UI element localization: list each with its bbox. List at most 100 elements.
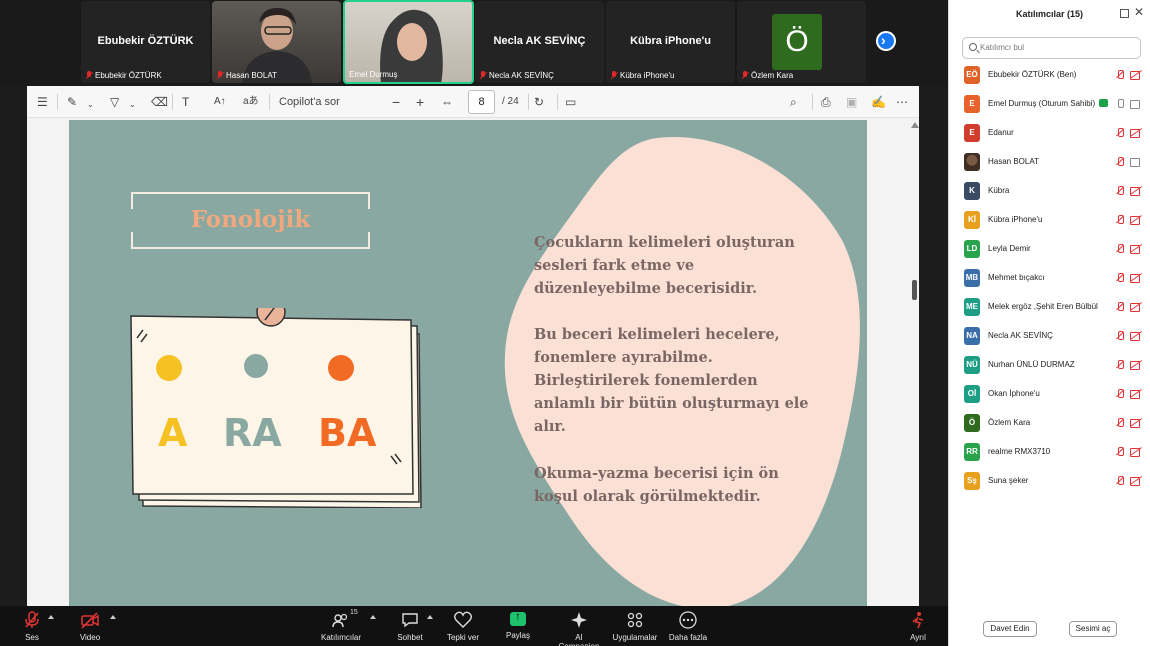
participant-row[interactable]: Hasan BOLAT: [949, 148, 1150, 177]
mic-off-icon: [1116, 186, 1124, 196]
scroll-thumb[interactable]: [912, 280, 917, 300]
text-box-icon[interactable]: T: [182, 94, 189, 110]
mic-off-icon: [1116, 331, 1124, 341]
slide-title: Fonolojik: [190, 206, 311, 233]
highlight-icon[interactable]: ✎: [67, 94, 77, 110]
pdf-page-area[interactable]: Fonolojik Çocukların kelimeleri oluştura…: [27, 118, 919, 606]
read-aloud-icon[interactable]: A↑: [214, 94, 226, 110]
paragraph-2: Bu beceri kelimeleri hecelere, fonemlere…: [534, 326, 809, 435]
participants-options-caret[interactable]: [370, 615, 376, 619]
participant-row[interactable]: NÜ Nurhan ÜNLÜ DURMAZ: [949, 351, 1150, 380]
participant-search-input[interactable]: Katılımcı bul: [962, 37, 1141, 59]
chevron-right-icon: ›: [881, 32, 886, 48]
participant-name: Kübra: [988, 186, 1010, 195]
more-icon[interactable]: ⋯: [896, 94, 908, 110]
participant-row[interactable]: Kİ Kübra iPhone'u: [949, 206, 1150, 235]
participant-name: Suna şeker: [988, 476, 1029, 485]
avatar: Ö: [772, 14, 822, 70]
participant-row[interactable]: Ö Özlem Kara: [949, 409, 1150, 438]
video-tile-hasan[interactable]: Hasan BOLAT: [212, 1, 341, 83]
video-tile-ebubekir[interactable]: Ebubekir ÖZTÜRK Ebubekir ÖZTÜRK: [81, 1, 210, 83]
slide: Fonolojik Çocukların kelimeleri oluştura…: [69, 120, 867, 606]
participants-panel: Katılımcılar (15) ✕ Katılımcı bul EÖ Ebub…: [948, 0, 1150, 646]
audio-options-caret[interactable]: [48, 615, 54, 619]
camera-off-icon: [1130, 274, 1142, 283]
search-icon[interactable]: ⌕: [790, 94, 797, 110]
react-button[interactable]: Tepki ver: [446, 610, 480, 642]
mic-off-icon: [479, 71, 487, 80]
leave-button[interactable]: Ayrıl: [906, 610, 930, 642]
camera-off-icon: [1130, 390, 1142, 399]
next-page-button[interactable]: ›: [876, 31, 896, 51]
audio-button[interactable]: Ses: [22, 610, 42, 642]
contents-icon[interactable]: ☰: [37, 94, 48, 110]
chevron-down-icon[interactable]: ⌄: [87, 97, 94, 113]
video-options-caret[interactable]: [110, 615, 116, 619]
ai-companion-button[interactable]: AI Companion: [554, 610, 604, 646]
video-tile-kubra-iphone[interactable]: Kübra iPhone'u Kübra iPhone'u: [606, 1, 735, 83]
scroll-up-arrow[interactable]: [911, 122, 919, 128]
participant-name: Leyla Demir: [988, 244, 1031, 253]
translate-icon[interactable]: aあ: [243, 94, 259, 110]
tile-label: Kübra iPhone'u: [620, 71, 675, 80]
mic-off-icon: [1116, 447, 1124, 457]
fit-page-icon[interactable]: ⇔: [441, 94, 453, 110]
page-view-icon[interactable]: ▭: [565, 94, 576, 110]
participant-row[interactable]: ME Melek ergöz ,Şehit Eren Bülbül: [949, 293, 1150, 322]
chat-button[interactable]: Sohbet: [396, 610, 424, 642]
camera-off-icon: [1130, 448, 1142, 457]
participant-name: Özlem Kara: [988, 418, 1031, 427]
vertical-scrollbar[interactable]: [910, 118, 919, 606]
zoom-out-button[interactable]: −: [392, 94, 400, 110]
pop-out-icon[interactable]: [1120, 9, 1129, 18]
zoom-in-button[interactable]: +: [416, 94, 424, 110]
avatar: RR: [964, 443, 980, 461]
draw-icon[interactable]: ▽: [110, 94, 119, 110]
mic-off-icon: [1116, 476, 1124, 486]
chat-options-caret[interactable]: [427, 615, 433, 619]
participant-row[interactable]: LD Leyla Demir: [949, 235, 1150, 264]
more-button[interactable]: Daha fazla: [668, 610, 708, 642]
participant-row[interactable]: NA Necla AK SEVİNÇ: [949, 322, 1150, 351]
participant-row[interactable]: Oİ Okan İphone'u: [949, 380, 1150, 409]
video-tile-necla[interactable]: Necla AK SEVİNÇ Necla AK SEVİNÇ: [475, 1, 604, 83]
participant-row[interactable]: E Edanur: [949, 119, 1150, 148]
close-icon[interactable]: ✕: [1134, 5, 1144, 19]
video-tile-emel[interactable]: Emel Durmuş: [343, 0, 474, 84]
video-tile-ozlem[interactable]: Ö Özlem Kara: [737, 1, 866, 83]
participant-name: Mehmet bıçakcı: [988, 273, 1045, 282]
participant-name: Necla AK SEVİNÇ: [988, 331, 1053, 340]
participant-row[interactable]: Sş Suna şeker: [949, 467, 1150, 496]
eraser-icon[interactable]: ⌫: [151, 94, 168, 110]
apps-button[interactable]: Uygulamalar: [612, 610, 658, 642]
more-icon: [679, 611, 697, 629]
save-icon[interactable]: ▣: [846, 94, 857, 110]
save-as-icon[interactable]: ✍: [871, 94, 886, 110]
tile-label: Emel Durmuş: [349, 70, 398, 79]
syllable-ba: BA: [318, 411, 377, 455]
unmute-button[interactable]: Sesimi aç: [1069, 621, 1117, 637]
participant-name: Melek ergöz ,Şehit Eren Bülbül: [988, 302, 1098, 311]
copilot-button[interactable]: Copilot'a sor: [279, 94, 340, 110]
video-button[interactable]: Video: [78, 610, 102, 642]
participant-list: EÖ Ebubekir ÖZTÜRK (Ben) E Emel Durmuş (Otu…: [949, 61, 1150, 496]
page-number-input[interactable]: 8: [468, 90, 495, 114]
rotate-icon[interactable]: ↻: [534, 94, 544, 110]
participant-row[interactable]: RR realme RMX3710: [949, 438, 1150, 467]
avatar: Kİ: [964, 211, 980, 229]
mic-off-icon: [1116, 273, 1124, 283]
paragraph-3: Okuma-yazma becerisi için ön koşul olara…: [534, 465, 779, 505]
share-icon: [510, 609, 526, 626]
share-button[interactable]: Paylaş: [504, 609, 532, 640]
participant-row[interactable]: K Kübra: [949, 177, 1150, 206]
participant-row[interactable]: E Emel Durmuş (Oturum Sahibi): [949, 90, 1150, 119]
participant-row[interactable]: EÖ Ebubekir ÖZTÜRK (Ben): [949, 61, 1150, 90]
mic-off-icon: [25, 611, 39, 628]
camera-off-icon: [1130, 303, 1142, 312]
invite-button[interactable]: Davet Edin: [983, 621, 1037, 637]
participant-row[interactable]: MB Mehmet bıçakcı: [949, 264, 1150, 293]
mic-off-icon: [1116, 389, 1124, 399]
mic-off-icon: [1116, 70, 1124, 80]
print-icon[interactable]: ⎙: [821, 94, 831, 110]
chevron-down-icon[interactable]: ⌄: [129, 97, 136, 113]
